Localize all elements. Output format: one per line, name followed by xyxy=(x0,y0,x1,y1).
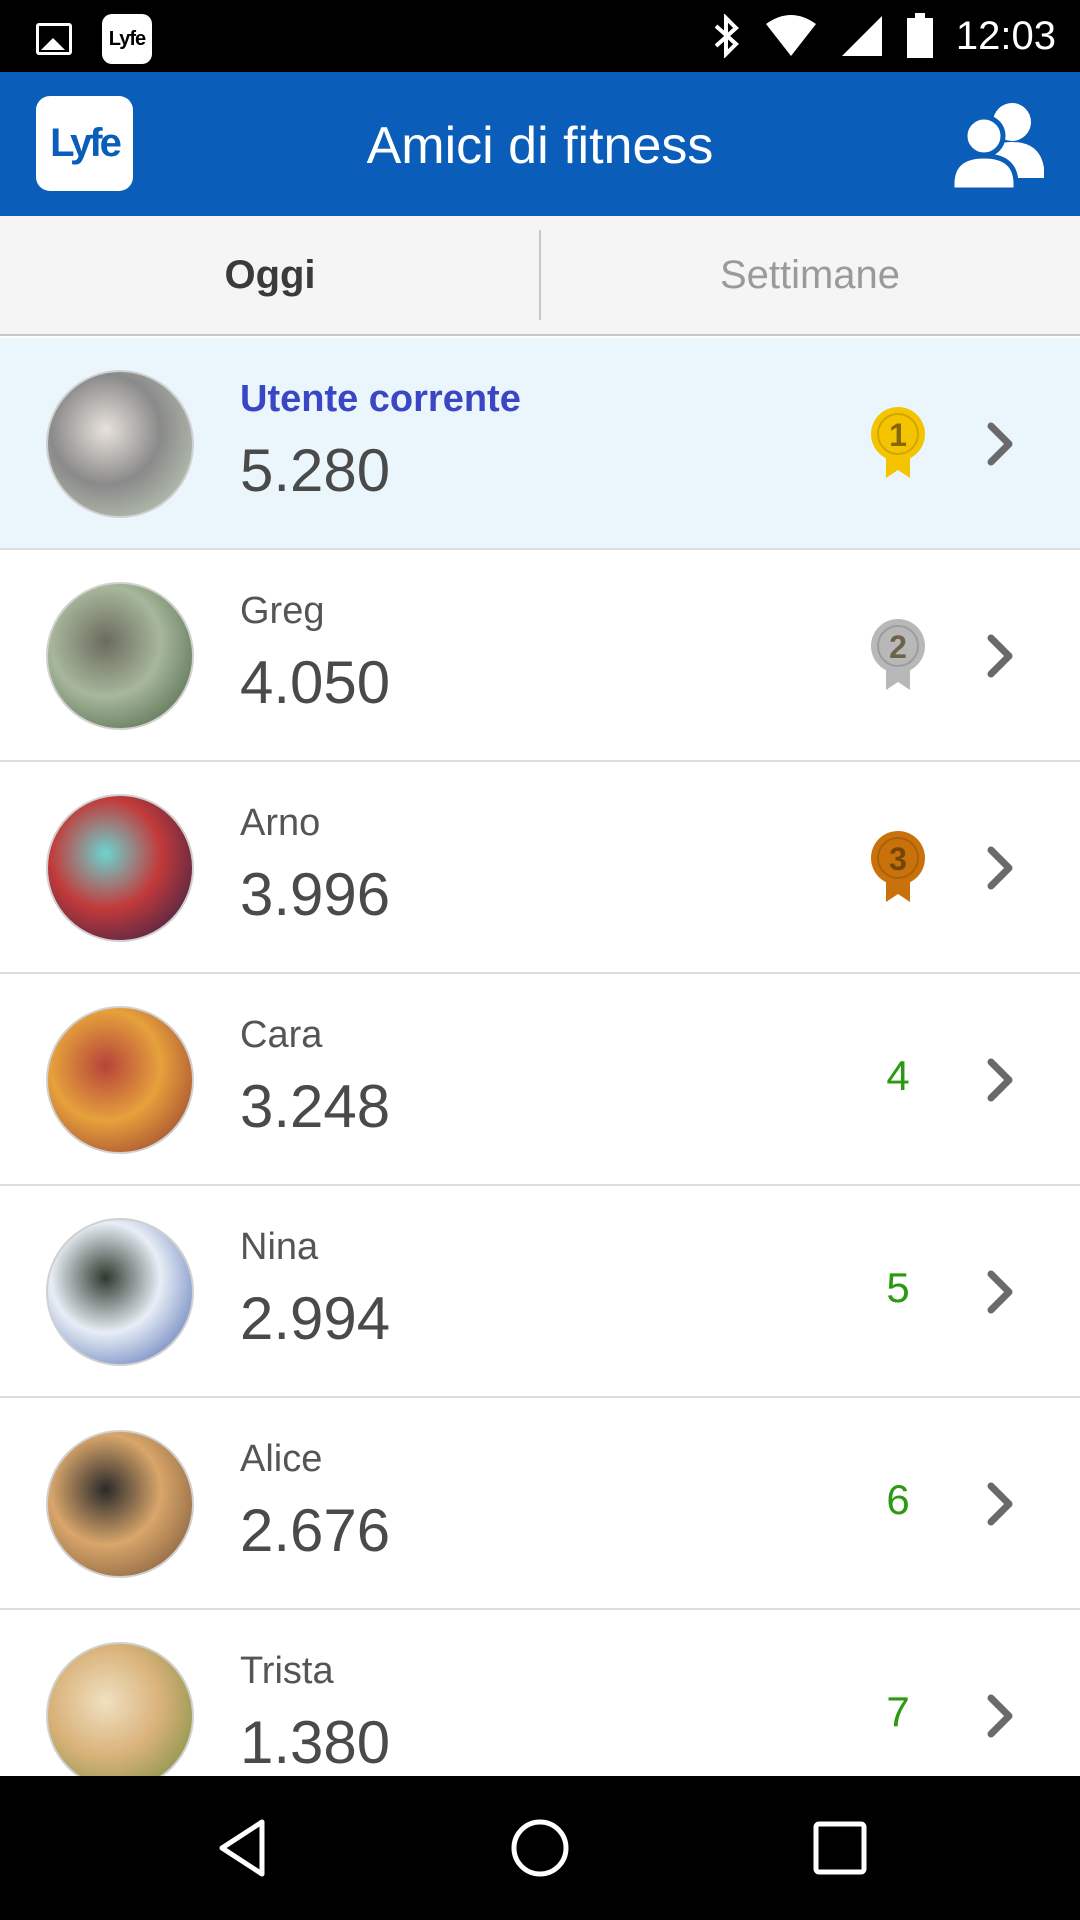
friends-list: Utente corrente 5.280 1 Greg 4.050 2 Arno 3.996… xyxy=(0,338,1080,1776)
rank-number: 5 xyxy=(886,1264,910,1311)
rank-number: 6 xyxy=(886,1476,910,1523)
silver-medal-icon: 2 xyxy=(871,619,925,690)
step-count: 3.248 xyxy=(240,1073,391,1140)
friend-name: Arno xyxy=(240,802,321,844)
list-item[interactable]: Trista 1.380 7 xyxy=(0,1610,1080,1776)
medal-rank: 3 xyxy=(889,841,907,877)
friend-name: Utente corrente xyxy=(240,378,521,420)
battery-icon xyxy=(906,13,933,58)
image-icon xyxy=(36,23,72,55)
avatar xyxy=(46,1430,194,1578)
bronze-medal-icon: 3 xyxy=(871,831,925,902)
medal-rank: 1 xyxy=(889,417,907,453)
tab-bar: Oggi Settimane xyxy=(0,216,1080,336)
lyfe-app-icon: Lyfe xyxy=(102,14,152,64)
tab-settimane[interactable]: Settimane xyxy=(540,216,1080,334)
chevron-right-icon[interactable] xyxy=(983,1056,1019,1104)
avatar xyxy=(46,370,194,518)
chevron-right-icon[interactable] xyxy=(983,632,1019,680)
avatar xyxy=(46,1218,194,1366)
step-count: 3.996 xyxy=(240,861,391,928)
avatar xyxy=(46,582,194,730)
avatar xyxy=(46,1006,194,1154)
chevron-right-icon[interactable] xyxy=(983,844,1019,892)
step-count: 2.994 xyxy=(240,1285,391,1352)
list-item[interactable]: Greg 4.050 2 xyxy=(0,550,1080,762)
tab-oggi[interactable]: Oggi xyxy=(0,216,540,334)
gold-medal-icon: 1 xyxy=(871,407,925,478)
list-item[interactable]: Alice 2.676 6 xyxy=(0,1398,1080,1610)
step-count: 4.050 xyxy=(240,649,391,716)
clock: 12:03 xyxy=(955,13,1056,58)
recents-icon[interactable] xyxy=(808,1816,872,1880)
list-item[interactable]: Nina 2.994 5 xyxy=(0,1186,1080,1398)
friends-icon[interactable] xyxy=(948,98,1048,190)
friend-name: Trista xyxy=(240,1650,334,1692)
status-bar: Lyfe 12:03 xyxy=(0,0,1080,72)
chevron-right-icon[interactable] xyxy=(983,1268,1019,1316)
list-item[interactable]: Utente corrente 5.280 1 xyxy=(0,338,1080,550)
step-count: 1.380 xyxy=(240,1709,391,1776)
tab-divider xyxy=(539,230,541,320)
list-item[interactable]: Cara 3.248 4 xyxy=(0,974,1080,1186)
app-bar: Lyfe Amici di fitness xyxy=(0,72,1080,216)
signal-icon xyxy=(841,16,882,56)
medal-rank: 2 xyxy=(889,629,907,665)
page-title: Amici di fitness xyxy=(366,117,714,175)
home-icon[interactable] xyxy=(508,1816,572,1880)
friend-name: Nina xyxy=(240,1226,319,1268)
bluetooth-icon xyxy=(714,14,739,58)
chevron-right-icon[interactable] xyxy=(983,420,1019,468)
friend-name: Alice xyxy=(240,1438,323,1480)
avatar xyxy=(46,1642,194,1776)
wifi-icon xyxy=(765,15,816,56)
chevron-right-icon[interactable] xyxy=(983,1480,1019,1528)
back-icon[interactable] xyxy=(210,1816,274,1880)
list-item[interactable]: Arno 3.996 3 xyxy=(0,762,1080,974)
step-count: 2.676 xyxy=(240,1497,391,1564)
step-count: 5.280 xyxy=(240,437,391,504)
friend-name: Cara xyxy=(240,1014,323,1056)
rank-number: 4 xyxy=(886,1052,910,1099)
navigation-bar xyxy=(0,1776,1080,1920)
avatar xyxy=(46,794,194,942)
rank-number: 7 xyxy=(886,1688,910,1735)
chevron-right-icon[interactable] xyxy=(983,1692,1019,1740)
friend-name: Greg xyxy=(240,590,325,632)
